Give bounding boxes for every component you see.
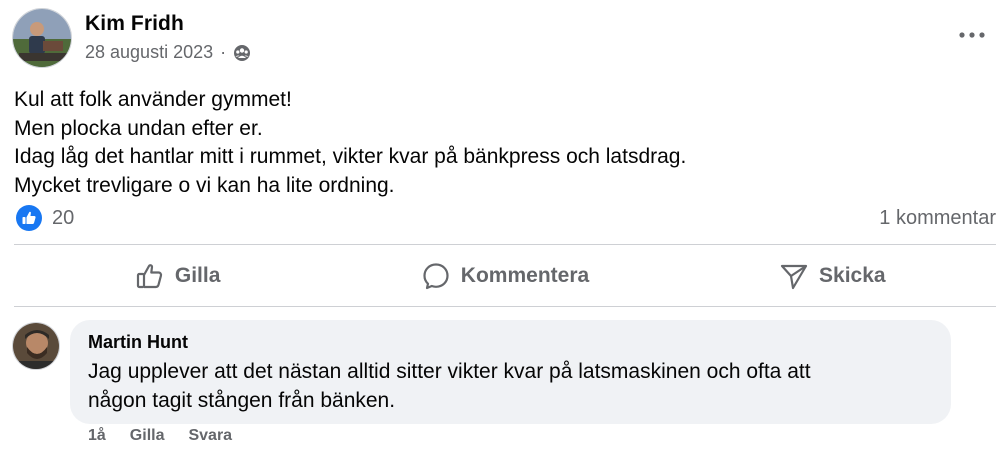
author-avatar[interactable]	[12, 8, 72, 68]
send-button[interactable]: Skicka	[669, 248, 996, 304]
like-reaction-icon[interactable]	[16, 205, 42, 231]
post-stats: 20 1 kommentar	[14, 203, 996, 233]
like-button[interactable]: Gilla	[14, 248, 341, 304]
comment-text: Jag upplever att det nästan alltid sitte…	[88, 357, 933, 415]
send-icon	[780, 264, 808, 290]
post-date[interactable]: 28 augusti 2023	[85, 42, 213, 63]
comment-count[interactable]: 1 kommentar	[879, 207, 996, 230]
divider	[14, 244, 996, 245]
comment-age[interactable]: 1å	[88, 427, 106, 445]
comment-text-line: Jag upplever att det nästan alltid sitte…	[88, 360, 811, 383]
comment-button[interactable]: Kommentera	[341, 248, 668, 304]
post-header: Kim Fridh 28 augusti 2023 ·	[12, 8, 996, 70]
post-body-line: Idag låg det hantlar mitt i rummet, vikt…	[14, 145, 687, 168]
group-icon	[233, 44, 251, 62]
comment-item: Martin Hunt Jag upplever att det nästan …	[12, 320, 996, 450]
more-options-icon[interactable]	[952, 22, 992, 48]
post-body-line: Kul att folk använder gymmet!	[14, 88, 292, 111]
commenter-avatar[interactable]	[12, 322, 60, 370]
divider	[14, 306, 996, 307]
comment-text-line: någon tagit stången från bänken.	[88, 389, 396, 412]
comment-icon	[423, 263, 449, 290]
comment-reply-button[interactable]: Svara	[188, 427, 232, 445]
comment-bubble: Martin Hunt Jag upplever att det nästan …	[70, 320, 951, 424]
author-name[interactable]: Kim Fridh	[85, 12, 184, 36]
comment-like-button[interactable]: Gilla	[130, 427, 165, 445]
like-icon	[136, 264, 163, 289]
post-actions: Gilla Kommentera Skicka	[14, 248, 996, 304]
like-button-label: Gilla	[174, 264, 221, 287]
post-meta: 28 augusti 2023 ·	[85, 42, 251, 63]
commenter-name[interactable]: Martin Hunt	[88, 332, 933, 353]
post-body-line: Mycket trevligare o vi kan ha lite ordni…	[14, 173, 395, 197]
comment-button-label: Kommentera	[460, 264, 590, 287]
reaction-count[interactable]: 20	[52, 207, 74, 230]
meta-separator: ·	[220, 42, 227, 62]
comment-actions: 1å Gilla Svara	[88, 427, 256, 445]
send-button-label: Skicka	[819, 264, 886, 287]
post-body-line: Men plocka undan efter er.	[14, 116, 263, 140]
post-body: Kul att folk använder gymmet! Men plocka…	[14, 86, 994, 200]
